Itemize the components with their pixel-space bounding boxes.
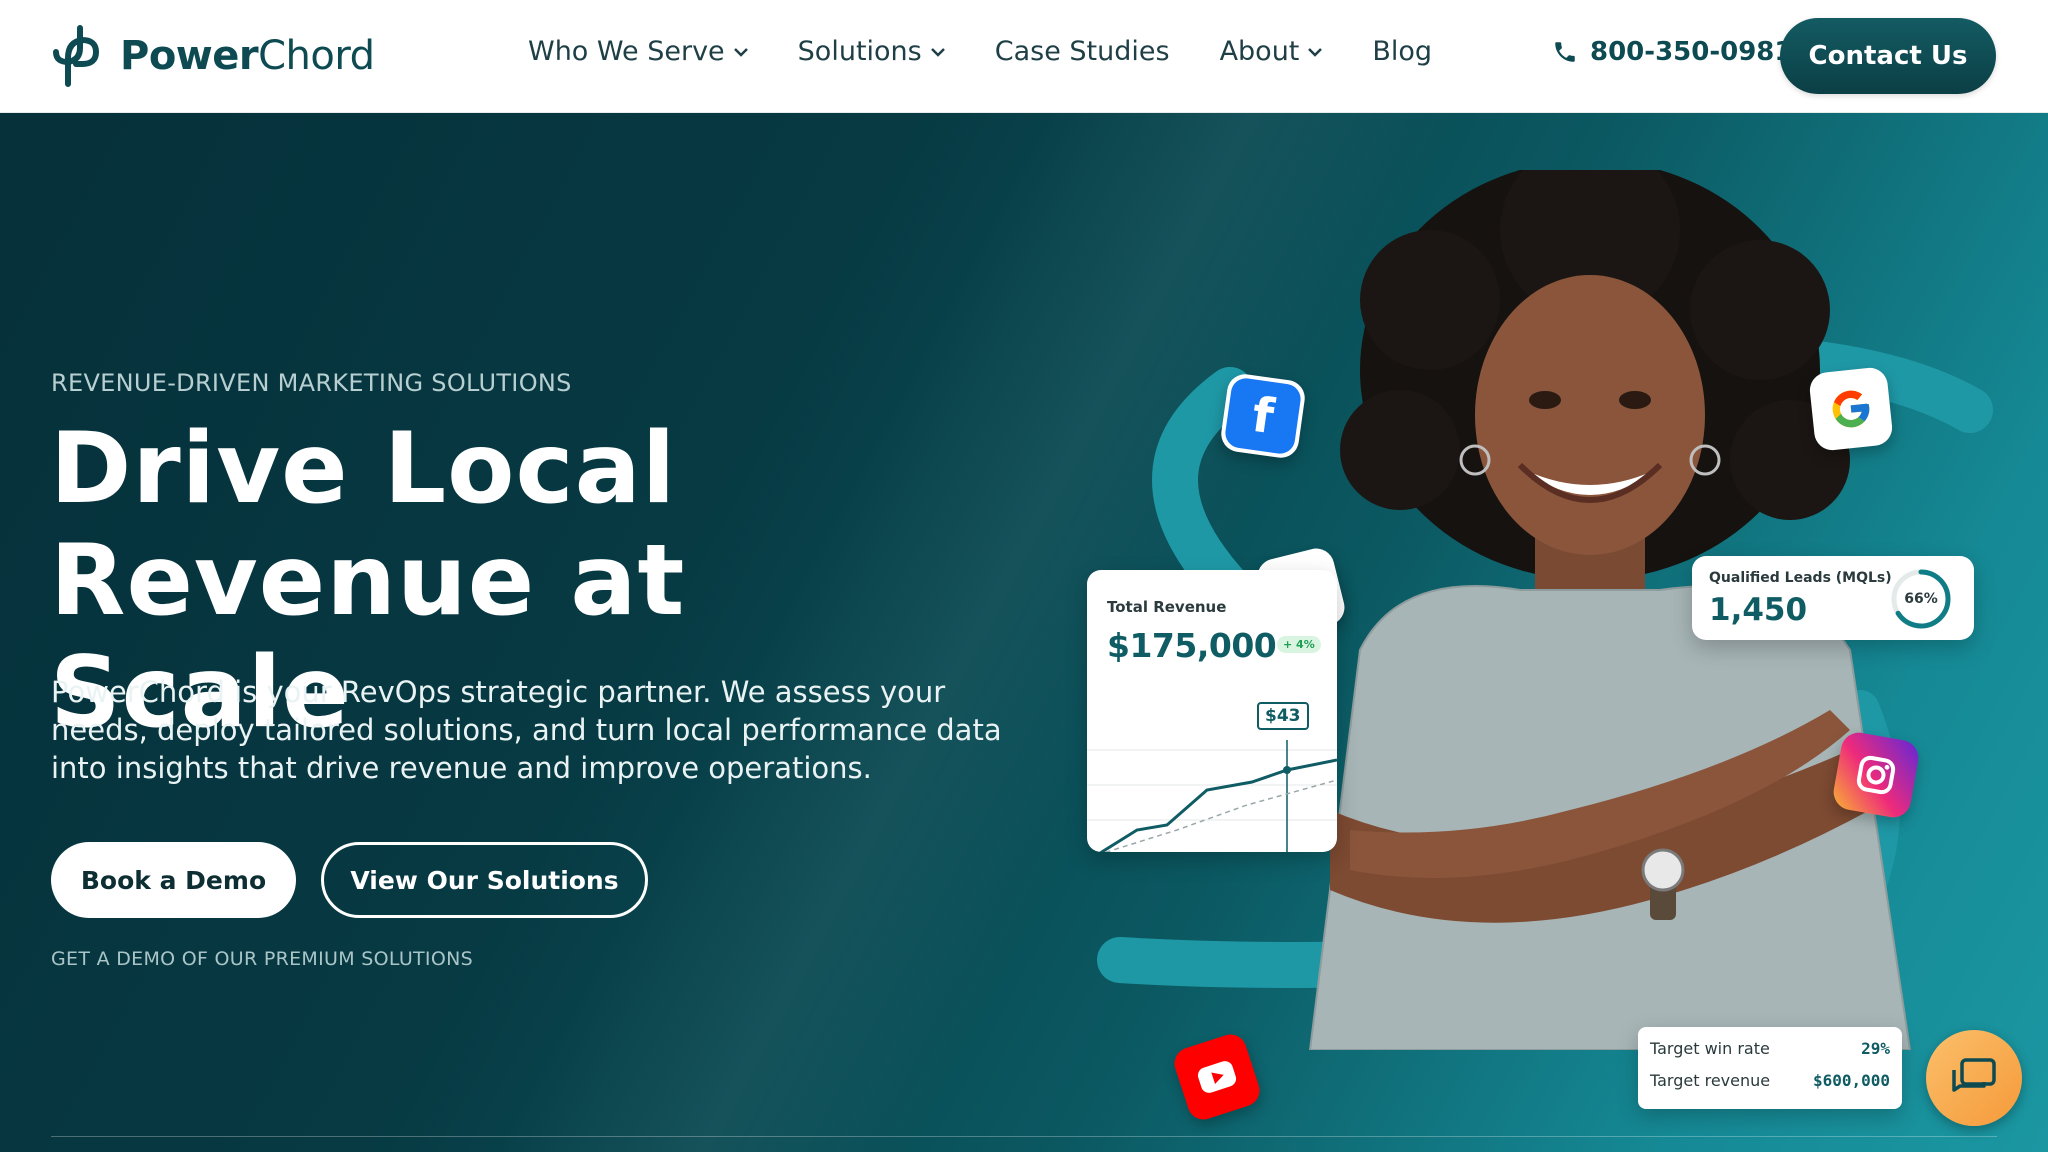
- target-metrics-card: Target win rate 29% Target revenue $600,…: [1638, 1027, 1902, 1109]
- phone-link[interactable]: 800-350-0981: [1552, 37, 1793, 67]
- chat-icon: [1952, 1058, 1996, 1092]
- revenue-line-chart: [1087, 740, 1337, 852]
- headline-line-1: Drive Local: [50, 412, 677, 526]
- nav-blog[interactable]: Blog: [1372, 36, 1432, 67]
- view-solutions-button[interactable]: View Our Solutions: [321, 842, 648, 918]
- powerchord-logo-icon: [53, 25, 100, 87]
- contact-us-button[interactable]: Contact Us: [1780, 18, 1996, 94]
- hero-section: REVENUE-DRIVEN MARKETING SOLUTIONS Drive…: [0, 113, 2048, 1152]
- book-demo-button[interactable]: Book a Demo: [51, 842, 296, 918]
- google-icon: [1808, 366, 1894, 452]
- demo-microcopy: GET A DEMO OF OUR PREMIUM SOLUTIONS: [51, 948, 473, 970]
- mql-label: Qualified Leads (MQLs): [1709, 570, 1892, 586]
- revenue-change-badge: + 4%: [1277, 636, 1321, 653]
- nav-who-we-serve[interactable]: Who We Serve: [528, 36, 748, 67]
- nav-solutions[interactable]: Solutions: [798, 36, 945, 67]
- nav-case-studies[interactable]: Case Studies: [995, 36, 1170, 67]
- qualified-leads-card: Qualified Leads (MQLs) 1,450 66%: [1692, 556, 1974, 640]
- mql-value: 1,450: [1709, 592, 1808, 628]
- facebook-icon: f: [1218, 371, 1308, 461]
- phone-icon: [1555, 42, 1575, 62]
- nav-label: Solutions: [797, 36, 922, 67]
- target-value: $600,000: [1812, 1071, 1890, 1090]
- target-label: Target win rate: [1650, 1039, 1770, 1058]
- target-win-rate-row: Target win rate 29%: [1650, 1039, 1890, 1058]
- nav-label: About: [1219, 36, 1300, 67]
- main-nav: Who We Serve Solutions Case Studies Abou…: [528, 36, 1482, 67]
- nav-about[interactable]: About: [1220, 36, 1323, 67]
- logo-wordmark: PowerChord: [120, 33, 375, 79]
- revenue-label: Total Revenue: [1107, 598, 1227, 616]
- target-revenue-row: Target revenue $600,000: [1650, 1071, 1890, 1090]
- phone-number: 800-350-0981: [1590, 37, 1793, 67]
- hero-eyebrow: REVENUE-DRIVEN MARKETING SOLUTIONS: [51, 369, 572, 397]
- powerchord-logo[interactable]: PowerChord: [50, 24, 375, 88]
- target-label: Target revenue: [1650, 1071, 1771, 1090]
- target-value: 29%: [1861, 1039, 1890, 1058]
- hero-illustration: f Total Revenue $175,000 + 4% $43 Qualif…: [1080, 170, 2040, 1124]
- chevron-down-icon: [733, 47, 748, 57]
- mql-percent: 66%: [1904, 591, 1938, 607]
- chat-widget-button[interactable]: [1926, 1030, 2022, 1126]
- site-header: PowerChord Who We Serve Solutions Case S…: [0, 0, 2048, 113]
- hero-divider: [51, 1136, 1997, 1137]
- chevron-down-icon: [930, 47, 945, 57]
- revenue-value: $175,000: [1107, 626, 1277, 665]
- hero-description: PowerChord is your RevOps strategic part…: [51, 675, 1002, 785]
- total-revenue-card: Total Revenue $175,000 + 4% $43: [1087, 570, 1337, 852]
- chevron-down-icon: [1308, 47, 1323, 57]
- nav-label: Case Studies: [994, 36, 1170, 67]
- nav-label: Blog: [1372, 36, 1433, 67]
- instagram-icon: [1830, 729, 1922, 821]
- nav-label: Who We Serve: [528, 36, 725, 67]
